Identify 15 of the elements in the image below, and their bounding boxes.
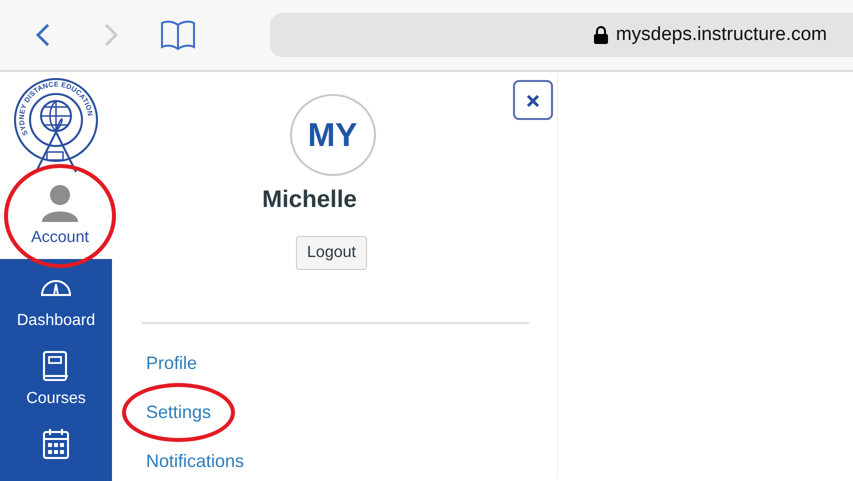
close-icon: [526, 94, 540, 108]
nav-courses-item[interactable]: Courses: [0, 337, 112, 415]
book-icon: [42, 350, 70, 382]
book-icon[interactable]: [160, 18, 196, 52]
logout-button[interactable]: Logout: [296, 236, 367, 270]
address-bar[interactable]: mysdeps.instructure.com: [270, 13, 853, 57]
url-text: mysdeps.instructure.com: [616, 22, 827, 47]
avatar-circle: MY: [290, 94, 376, 176]
user-icon: [40, 182, 80, 222]
tray-link[interactable]: Settings: [122, 383, 236, 442]
user-name: Michelle: [262, 185, 357, 216]
close-button[interactable]: [513, 80, 553, 120]
gauge-icon: [40, 279, 72, 297]
calendar-icon: [42, 428, 70, 460]
back-icon[interactable]: [36, 23, 50, 47]
